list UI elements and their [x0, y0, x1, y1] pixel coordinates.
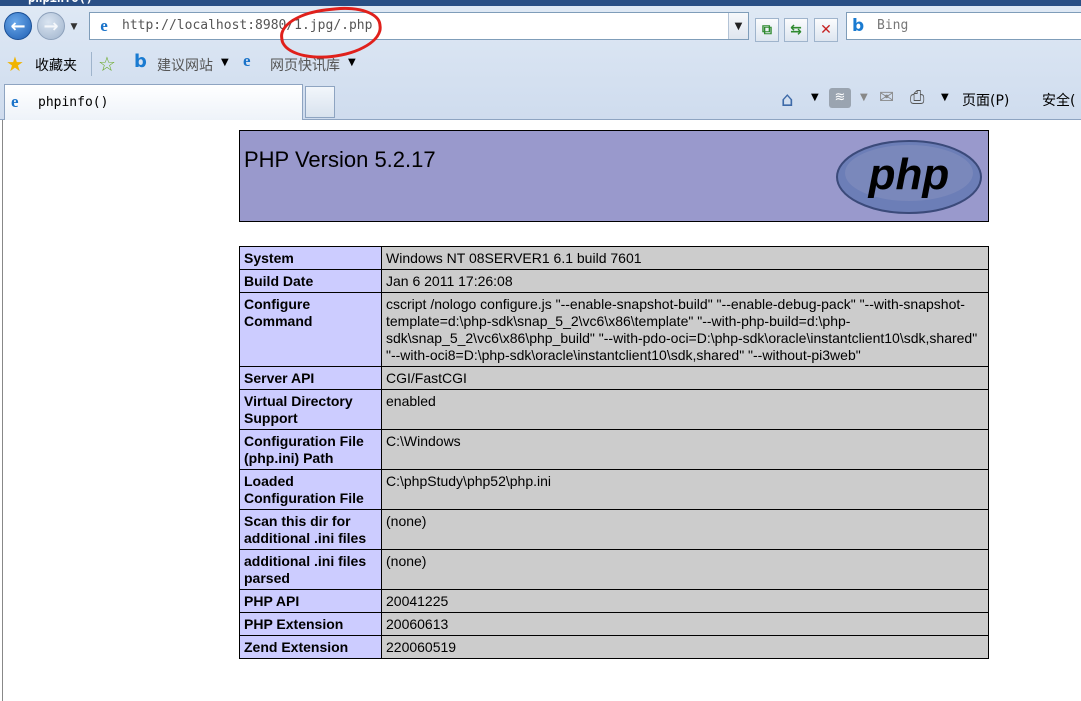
ie-page-icon: e — [100, 16, 108, 35]
bing-icon: b — [852, 16, 865, 36]
history-dropdown-button[interactable]: ▼ — [68, 21, 80, 33]
chevron-down-icon[interactable]: ▼ — [860, 92, 868, 103]
suggested-sites-button[interactable]: 建议网站 — [157, 55, 213, 75]
php-version-title: PHP Version 5.2.17 — [244, 147, 436, 172]
search-box[interactable]: b Bing — [846, 12, 1081, 40]
table-row: additional .ini files parsed (none) — [239, 549, 989, 590]
row-value: 20041225 — [381, 589, 989, 613]
search-input[interactable]: Bing — [877, 13, 908, 39]
favorites-star-icon[interactable]: ★ — [6, 52, 24, 76]
row-value: enabled — [381, 389, 989, 430]
favorites-button[interactable]: 收藏夹 — [35, 55, 77, 75]
url-field[interactable]: http://localhost:8980/1.jpg/.php — [122, 13, 372, 39]
mail-icon[interactable]: ✉ — [879, 87, 894, 108]
table-row: Loaded Configuration File C:\phpStudy\php… — [239, 469, 989, 510]
chevron-down-icon[interactable]: ▼ — [348, 57, 356, 68]
tab-bar: e phpinfo() ⌂ ▼ ≋ ▼ ✉ ⎙ ▼ 页面(P) 安全( — [0, 82, 1081, 120]
print-icon[interactable]: ⎙ — [910, 87, 924, 108]
stop-icon: ✕ — [820, 22, 832, 38]
safety-menu-button[interactable]: 安全( — [1042, 90, 1075, 110]
table-row: Build Date Jan 6 2011 17:26:08 — [239, 269, 989, 293]
php-logo-text: php — [868, 150, 950, 199]
table-row: Scan this dir for additional .ini files(… — [239, 509, 989, 550]
row-label: Configure Command — [239, 292, 382, 367]
table-row: PHP Extension 20060613 — [239, 612, 989, 636]
row-value: Jan 6 2011 17:26:08 — [381, 269, 989, 293]
forward-arrow-icon: → — [43, 15, 59, 37]
back-arrow-icon: ← — [10, 15, 26, 37]
ie-page-icon: e — [11, 92, 19, 111]
page-viewport: PHP Version 5.2.17 php System Windows NT … — [2, 120, 1081, 701]
row-label: additional .ini files parsed — [239, 549, 382, 590]
table-row: Configuration File (php.ini) Path C:\Wind… — [239, 429, 989, 470]
compatibility-icon: ⧉ — [762, 22, 772, 38]
favorites-separator — [91, 52, 92, 76]
window-title: phpinfo() — [28, 0, 93, 5]
address-bar[interactable]: e http://localhost:8980/1.jpg/.php ▼ — [89, 12, 749, 40]
row-value: (none) — [381, 509, 989, 550]
row-value: CGI/FastCGI — [381, 366, 989, 390]
browser-chrome: phpinfo() ← → ▼ e http://localhost:8980/… — [0, 0, 1081, 120]
favorites-bar: ★ 收藏夹 ☆ b 建议网站 ▼ e 网页快讯库 ▼ — [0, 46, 1081, 82]
page-menu-button[interactable]: 页面(P) — [962, 90, 1009, 110]
php-logo: php — [836, 140, 982, 214]
tab-phpinfo[interactable]: e phpinfo() — [4, 84, 303, 120]
chevron-down-icon[interactable]: ▼ — [811, 92, 819, 103]
row-label: Zend Extension — [239, 635, 382, 659]
refresh-icon: ⇆ — [790, 22, 802, 38]
row-label: Virtual Directory Support — [239, 389, 382, 430]
table-row: Server API CGI/FastCGI — [239, 366, 989, 390]
address-dropdown-button[interactable]: ▼ — [728, 13, 748, 39]
row-value: cscript /nologo configure.js "--enable-s… — [381, 292, 989, 367]
row-label: System — [239, 246, 382, 270]
table-row: Configure Command cscript /nologo configu… — [239, 292, 989, 367]
table-row: Zend Extension 220060519 — [239, 635, 989, 659]
navigation-bar: ← → ▼ e http://localhost:8980/1.jpg/.php… — [0, 2, 1081, 64]
bing-icon: b — [134, 51, 147, 72]
row-label: PHP API — [239, 589, 382, 613]
row-label: Scan this dir for additional .ini files — [239, 509, 382, 550]
row-label: Loaded Configuration File — [239, 469, 382, 510]
row-value: Windows NT 08SERVER1 6.1 build 7601 — [381, 246, 989, 270]
row-label: Server API — [239, 366, 382, 390]
phpinfo-content: PHP Version 5.2.17 php System Windows NT … — [239, 130, 989, 659]
tab-title: phpinfo() — [38, 95, 109, 110]
row-value: 20060613 — [381, 612, 989, 636]
row-value: 220060519 — [381, 635, 989, 659]
table-row: PHP API 20041225 — [239, 589, 989, 613]
chevron-down-icon[interactable]: ▼ — [221, 57, 229, 68]
row-value: (none) — [381, 549, 989, 590]
row-value: C:\Windows — [381, 429, 989, 470]
forward-button[interactable]: → — [37, 12, 65, 40]
home-icon[interactable]: ⌂ — [781, 87, 794, 111]
table-row: Virtual Directory Support enabled — [239, 389, 989, 430]
phpinfo-table: System Windows NT 08SERVER1 6.1 build 760… — [239, 246, 989, 659]
ie-page-icon: e — [243, 51, 251, 70]
phpinfo-table-body: System Windows NT 08SERVER1 6.1 build 760… — [239, 246, 989, 659]
table-row: System Windows NT 08SERVER1 6.1 build 760… — [239, 246, 989, 270]
new-tab-button[interactable] — [305, 86, 335, 118]
web-slice-gallery-button[interactable]: 网页快讯库 — [270, 55, 340, 75]
row-label: PHP Extension — [239, 612, 382, 636]
chevron-down-icon[interactable]: ▼ — [941, 92, 949, 103]
feed-icon[interactable]: ≋ — [829, 88, 851, 108]
compatibility-view-button[interactable]: ⧉ — [755, 18, 779, 42]
back-button[interactable]: ← — [4, 12, 32, 40]
refresh-button[interactable]: ⇆ — [784, 18, 808, 42]
row-label: Build Date — [239, 269, 382, 293]
row-label: Configuration File (php.ini) Path — [239, 429, 382, 470]
php-header-banner: PHP Version 5.2.17 php — [239, 130, 989, 222]
row-value: C:\phpStudy\php52\php.ini — [381, 469, 989, 510]
stop-button[interactable]: ✕ — [814, 18, 838, 42]
add-favorite-icon[interactable]: ☆ — [98, 52, 116, 76]
